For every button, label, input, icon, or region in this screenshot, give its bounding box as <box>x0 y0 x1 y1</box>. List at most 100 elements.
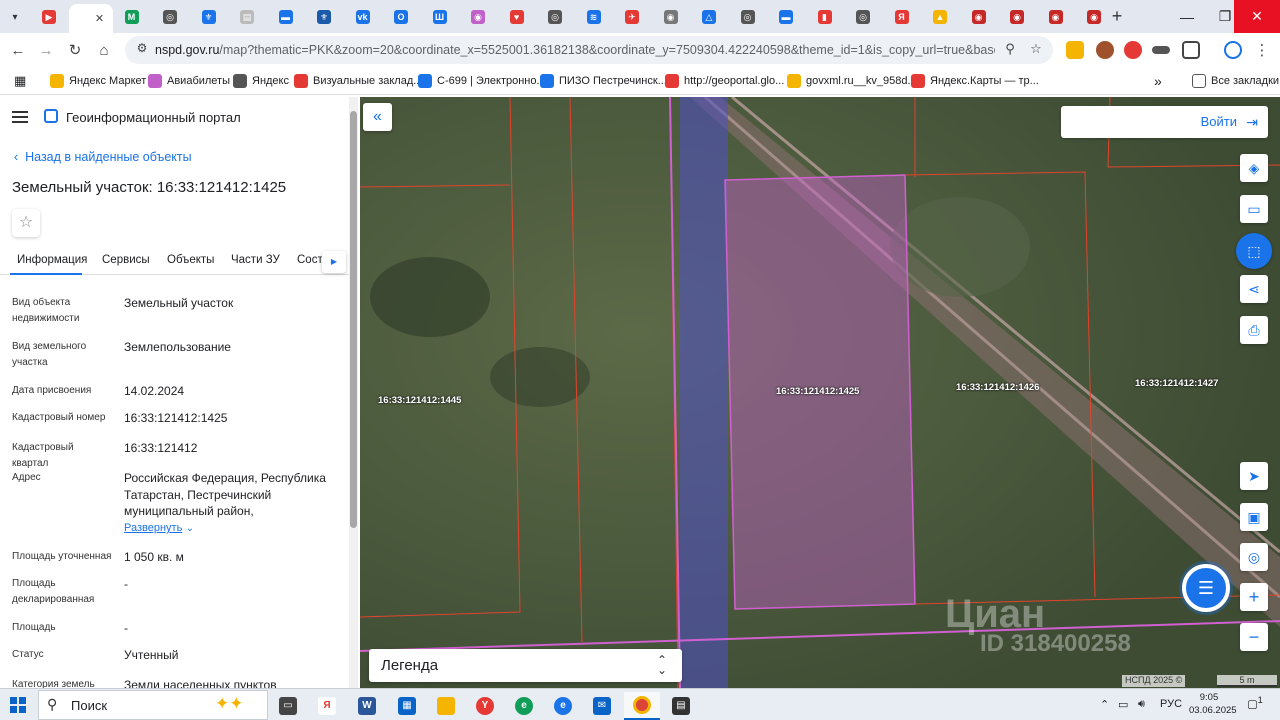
bookmark-item[interactable]: С-699 | Электронно... <box>418 72 546 90</box>
layers-icon[interactable]: ◈ <box>1240 154 1268 182</box>
taskbar-clock[interactable]: 9:05 03.06.2025 <box>1189 691 1237 717</box>
browser-tab[interactable]: ▮ <box>806 4 844 29</box>
browser-tab[interactable]: ◎ <box>536 4 574 29</box>
browser-tab[interactable]: ⚜ <box>305 4 343 29</box>
internet-explorer-icon[interactable]: e <box>545 692 581 720</box>
browser-tab[interactable]: ▶ <box>30 4 68 29</box>
browser-tab[interactable]: ▤ <box>228 4 266 29</box>
new-tab-button[interactable]: + <box>1106 6 1128 28</box>
language-indicator[interactable]: РУС <box>1160 698 1182 710</box>
extensions-puzzle-icon[interactable] <box>1182 41 1200 59</box>
site-info-icon[interactable]: ⚙ <box>133 41 151 59</box>
parcel-label-1426[interactable]: 16:33:121412:1426 <box>956 382 1039 393</box>
hamburger-menu-icon[interactable] <box>12 111 28 123</box>
chat-icon[interactable]: ☰ <box>1182 564 1230 612</box>
extension-icon[interactable] <box>1096 41 1114 59</box>
browser-tab[interactable]: ◉ <box>998 4 1036 29</box>
close-window-button[interactable]: ✕ <box>1234 0 1280 33</box>
tab-parts[interactable]: Части ЗУ <box>231 254 280 266</box>
browser-tab[interactable]: ◉ <box>459 4 497 29</box>
taskbar-search[interactable]: ⚲ Поиск ✦✦ <box>38 690 268 720</box>
browser-tab[interactable]: ⚜ <box>190 4 228 29</box>
selection-tool-icon[interactable]: ⬚ <box>1236 233 1272 269</box>
favorite-star-icon[interactable]: ☆ <box>12 209 40 237</box>
map-view[interactable]: 16:33:121412:1445 16:33:121412:1425 16:3… <box>360 97 1280 688</box>
calculator-icon[interactable]: ▤ <box>663 692 699 720</box>
share-icon[interactable]: ⋖ <box>1240 275 1268 303</box>
extension-icon[interactable] <box>1066 41 1084 59</box>
browser-tab[interactable]: ≋ <box>575 4 613 29</box>
bookmark-item[interactable]: ПИЗО Пестречинск... <box>540 72 667 90</box>
collapse-panel-icon[interactable]: « <box>363 103 392 131</box>
parcel-label-1445[interactable]: 16:33:121412:1445 <box>378 395 461 406</box>
expand-address-link[interactable]: Развернуть ⌄ <box>124 520 324 534</box>
active-tab[interactable]: ✕ <box>68 4 113 33</box>
print-icon[interactable]: ⎙ <box>1240 316 1268 344</box>
url-text[interactable]: nspd.gov.ru/map?thematic=PKK&zoom=20&coo… <box>155 43 995 57</box>
apps-grid-icon[interactable]: ▦ <box>14 72 26 90</box>
yandex-app-icon[interactable]: Я <box>309 692 345 720</box>
file-explorer-icon[interactable] <box>428 692 464 720</box>
zoom-in-icon[interactable]: + <box>1240 583 1268 611</box>
edge-icon[interactable]: e <box>506 692 542 720</box>
login-button[interactable]: Войти ⇥ <box>1061 106 1268 138</box>
task-view-icon[interactable]: ▭ <box>270 692 306 720</box>
browser-tab[interactable]: Я <box>883 4 921 29</box>
browser-tab[interactable]: △ <box>690 4 728 29</box>
parcel-label-1427[interactable]: 16:33:121412:1427 <box>1135 378 1218 389</box>
word-icon[interactable]: W <box>349 692 385 720</box>
bookmark-item[interactable]: Яндекс <box>233 72 289 90</box>
bookmark-item[interactable]: Авиабилеты <box>148 72 230 90</box>
menu-dots-icon[interactable]: ⋮ <box>1250 38 1274 62</box>
browser-tab[interactable]: ◎ <box>151 4 189 29</box>
browser-tab[interactable]: M <box>113 4 151 29</box>
profile-icon[interactable] <box>1224 41 1242 59</box>
browser-tab[interactable]: ✈ <box>613 4 651 29</box>
bookmarks-overflow-icon[interactable]: » <box>1154 72 1162 90</box>
back-icon[interactable]: ← <box>6 38 30 62</box>
tab-search-icon[interactable]: ▾ <box>4 6 26 28</box>
mail-icon[interactable]: ✉ <box>584 692 620 720</box>
tabs-next-icon[interactable]: ▶ <box>322 251 346 273</box>
browser-tab[interactable]: vk <box>344 4 382 29</box>
browser-tab[interactable]: O <box>382 4 420 29</box>
notifications-icon[interactable]: ▢1 <box>1246 695 1264 713</box>
bookmark-item[interactable]: http://geoportal.glo... <box>665 72 784 90</box>
forward-icon[interactable]: → <box>34 38 58 62</box>
network-icon[interactable]: ▭ <box>1118 698 1128 711</box>
close-tab-icon[interactable]: ✕ <box>95 12 104 25</box>
extension-icon[interactable] <box>1124 41 1142 59</box>
tab-services[interactable]: Сервисы <box>102 254 150 266</box>
back-to-results-link[interactable]: ‹ Назад в найденные объекты <box>14 150 192 164</box>
browser-tab[interactable]: ▬ <box>267 4 305 29</box>
bookmark-item[interactable]: govxml.ru__kv_958d... <box>787 72 917 90</box>
address-bar[interactable]: ⚙ nspd.gov.ru/map?thematic=PKK&zoom=20&c… <box>125 36 1053 64</box>
parcel-label-1425[interactable]: 16:33:121412:1425 <box>776 386 859 397</box>
panel-scrollbar[interactable] <box>349 97 358 688</box>
zoom-search-icon[interactable]: ⚲ <box>1001 41 1019 59</box>
scrollbar-thumb[interactable] <box>350 111 357 528</box>
browser-tab[interactable]: ◉ <box>1037 4 1075 29</box>
volume-icon[interactable]: 🔊︎ <box>1138 698 1145 711</box>
browser-tab[interactable]: ♥ <box>498 4 536 29</box>
legend-dropdown[interactable]: Легенда ⌃ ⌄ <box>369 649 682 682</box>
reload-icon[interactable]: ↻ <box>63 38 87 62</box>
bookmark-item[interactable]: Яндекс.Карты — тр... <box>911 72 1039 90</box>
chrome-icon[interactable] <box>624 692 660 720</box>
bookmark-item[interactable]: Визуальные заклад... <box>294 72 422 90</box>
browser-tab[interactable]: ▬ <box>767 4 805 29</box>
yandex-browser-icon[interactable]: Y <box>467 692 503 720</box>
zoom-out-icon[interactable]: − <box>1240 623 1268 651</box>
browser-tab[interactable]: ◉ <box>652 4 690 29</box>
browser-tab[interactable]: ◎ <box>844 4 882 29</box>
geolocation-icon[interactable]: ➤ <box>1240 462 1268 490</box>
browser-tab[interactable]: ▲ <box>921 4 959 29</box>
tab-objects[interactable]: Объекты <box>167 254 214 266</box>
store-icon[interactable]: ▦ <box>389 692 425 720</box>
bookmark-item[interactable]: Яндекс Маркет <box>50 72 146 90</box>
ruler-icon[interactable]: ▭ <box>1240 195 1268 223</box>
location-search-icon[interactable]: ◎ <box>1240 543 1268 571</box>
windows-start-icon[interactable] <box>10 697 26 713</box>
tray-chevron-icon[interactable]: ⌃ <box>1100 698 1109 711</box>
tab-information[interactable]: Информация <box>17 254 87 266</box>
